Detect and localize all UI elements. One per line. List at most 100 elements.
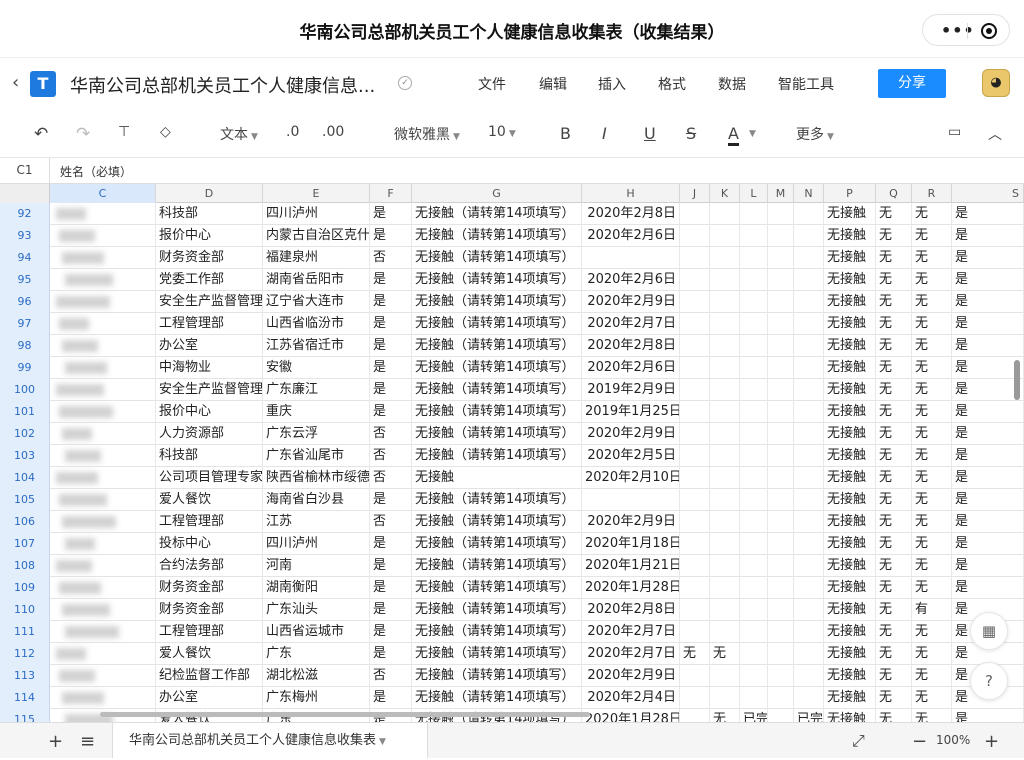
cell-p[interactable]: 无接触 <box>824 225 876 247</box>
cell-q[interactable]: 无 <box>876 357 912 379</box>
cell-h[interactable]: 2020年2月9日 <box>582 423 680 445</box>
cell-q[interactable]: 无 <box>876 225 912 247</box>
cell-d[interactable]: 科技部 <box>156 203 263 225</box>
cell-k[interactable] <box>710 445 740 467</box>
cell-l[interactable] <box>740 335 768 357</box>
name-cell-redacted[interactable] <box>50 533 156 555</box>
cell-g[interactable]: 无接触（请转第14项填写） <box>412 665 582 687</box>
cell-h[interactable]: 2020年2月7日 <box>582 621 680 643</box>
cell-s[interactable]: 是 <box>952 533 1024 555</box>
cell-f[interactable]: 否 <box>370 511 412 533</box>
share-button[interactable]: 分享 <box>878 69 946 98</box>
cell-nn[interactable] <box>794 533 824 555</box>
cell-nn[interactable] <box>794 555 824 577</box>
cell-e[interactable]: 四川泸州 <box>263 533 370 555</box>
cell-l[interactable] <box>740 291 768 313</box>
cell-h[interactable]: 2020年2月6日 <box>582 357 680 379</box>
cell-l[interactable] <box>740 401 768 423</box>
cell-g[interactable]: 无接触（请转第14项填写） <box>412 313 582 335</box>
cell-q[interactable]: 无 <box>876 379 912 401</box>
more-button[interactable]: 更多 ▼ <box>796 124 834 144</box>
cell-f[interactable]: 是 <box>370 533 412 555</box>
vertical-scrollbar[interactable] <box>1014 360 1020 400</box>
italic-button[interactable]: I <box>602 124 607 143</box>
cell-p[interactable]: 无接触 <box>824 291 876 313</box>
cell-g[interactable]: 无接触（请转第14项填写） <box>412 533 582 555</box>
cell-f[interactable]: 是 <box>370 555 412 577</box>
cell-nn[interactable] <box>794 357 824 379</box>
cell-l[interactable] <box>740 379 768 401</box>
row-number[interactable]: 96 <box>0 291 50 313</box>
cell-f[interactable]: 否 <box>370 467 412 489</box>
name-cell-redacted[interactable] <box>50 511 156 533</box>
cell-q[interactable]: 无 <box>876 555 912 577</box>
cell-nn[interactable] <box>794 335 824 357</box>
more-dots-icon[interactable]: ••• <box>941 21 975 40</box>
cell-k[interactable] <box>710 555 740 577</box>
cell-nn[interactable] <box>794 577 824 599</box>
row-number[interactable]: 93 <box>0 225 50 247</box>
back-chevron-icon[interactable]: ‹ <box>12 72 19 93</box>
cell-e[interactable]: 福建泉州 <box>263 247 370 269</box>
cell-h[interactable]: 2020年2月9日 <box>582 511 680 533</box>
cell-d[interactable]: 报价中心 <box>156 225 263 247</box>
cell-p[interactable]: 无接触 <box>824 445 876 467</box>
cell-j[interactable] <box>680 467 710 489</box>
cell-e[interactable]: 山西省运城市 <box>263 621 370 643</box>
column-header-d[interactable]: D <box>156 184 263 203</box>
cell-j[interactable] <box>680 335 710 357</box>
name-cell-redacted[interactable] <box>50 489 156 511</box>
cell-k[interactable] <box>710 511 740 533</box>
cell-r[interactable]: 无 <box>912 489 952 511</box>
row-number[interactable]: 113 <box>0 665 50 687</box>
cell-r[interactable]: 无 <box>912 247 952 269</box>
cell-q[interactable]: 无 <box>876 511 912 533</box>
name-cell-redacted[interactable] <box>50 291 156 313</box>
cell-s[interactable]: 是 <box>952 335 1024 357</box>
cell-f[interactable]: 是 <box>370 269 412 291</box>
cell-nn[interactable] <box>794 269 824 291</box>
cell-h[interactable]: 2019年1月25日 <box>582 401 680 423</box>
cell-h[interactable]: 2020年2月5日 <box>582 445 680 467</box>
row-number[interactable]: 106 <box>0 511 50 533</box>
collapse-toolbar-icon[interactable]: ︿ <box>988 124 1002 144</box>
cell-k[interactable] <box>710 313 740 335</box>
cell-d[interactable]: 安全生产监督管理 <box>156 379 263 401</box>
cell-k[interactable] <box>710 401 740 423</box>
name-cell-redacted[interactable] <box>50 269 156 291</box>
cell-f[interactable]: 否 <box>370 247 412 269</box>
cell-j[interactable]: 无 <box>680 643 710 665</box>
cell-e[interactable]: 安徽 <box>263 357 370 379</box>
cell-m[interactable] <box>768 291 794 313</box>
fullscreen-icon[interactable]: ⤢ <box>852 731 865 751</box>
cell-r[interactable]: 无 <box>912 445 952 467</box>
cell-p[interactable]: 无接触 <box>824 423 876 445</box>
row-number[interactable]: 103 <box>0 445 50 467</box>
cell-g[interactable]: 无接触（请转第14项填写） <box>412 643 582 665</box>
cell-f[interactable]: 是 <box>370 643 412 665</box>
cell-j[interactable] <box>680 621 710 643</box>
column-header-j[interactable]: J <box>680 184 710 203</box>
horizontal-scrollbar[interactable] <box>100 712 590 717</box>
cell-l[interactable] <box>740 423 768 445</box>
cell-e[interactable]: 江苏 <box>263 511 370 533</box>
row-number[interactable]: 98 <box>0 335 50 357</box>
cell-m[interactable] <box>768 467 794 489</box>
cell-m[interactable] <box>768 313 794 335</box>
cell-d[interactable]: 人力资源部 <box>156 423 263 445</box>
column-header-e[interactable]: E <box>263 184 370 203</box>
cell-g[interactable]: 无接触（请转第14项填写） <box>412 269 582 291</box>
cell-f[interactable]: 是 <box>370 577 412 599</box>
cell-m[interactable] <box>768 709 794 722</box>
row-number[interactable]: 97 <box>0 313 50 335</box>
cell-d[interactable]: 科技部 <box>156 445 263 467</box>
name-cell-redacted[interactable] <box>50 687 156 709</box>
zoom-in-icon[interactable]: + <box>984 731 999 752</box>
cell-j[interactable] <box>680 577 710 599</box>
cell-g[interactable]: 无接触（请转第14项填写） <box>412 225 582 247</box>
cell-q[interactable]: 无 <box>876 489 912 511</box>
menu-insert[interactable]: 插入 <box>598 74 626 94</box>
cell-j[interactable] <box>680 555 710 577</box>
cell-k[interactable] <box>710 621 740 643</box>
cell-p[interactable]: 无接触 <box>824 643 876 665</box>
